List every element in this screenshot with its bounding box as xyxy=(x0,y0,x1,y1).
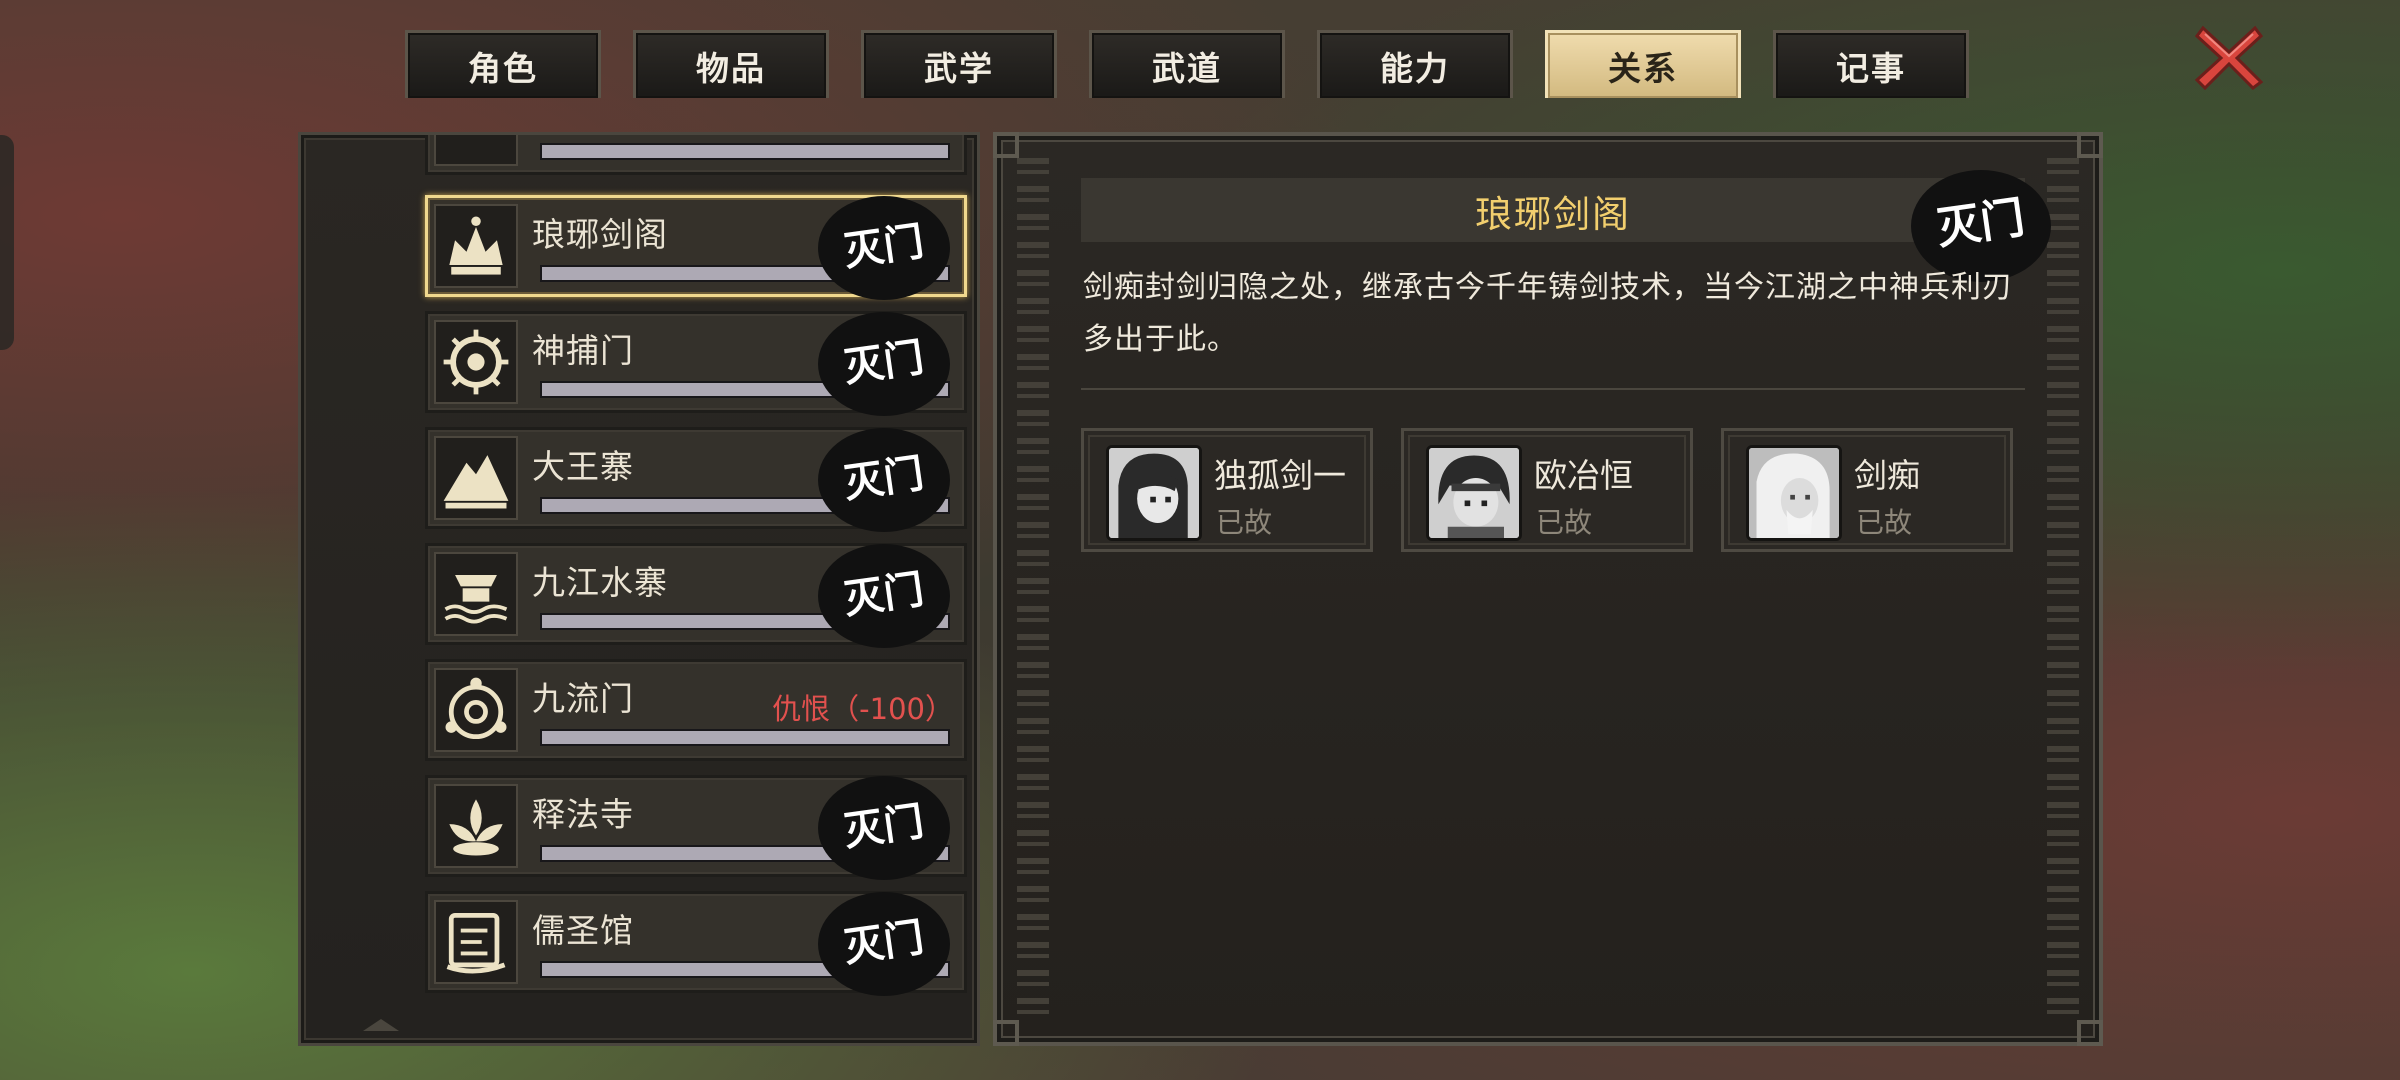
close-x-icon xyxy=(2194,25,2264,91)
corner-ornament xyxy=(2077,1020,2103,1046)
title-bar: 琅琊剑阁 灭门 xyxy=(1081,170,2051,282)
lotus-icon xyxy=(434,784,518,868)
list-item-sect[interactable]: 九流门 仇恨（-100） xyxy=(425,659,967,761)
tab-character[interactable]: 角色 xyxy=(405,30,601,98)
character-portrait xyxy=(1106,445,1202,541)
scroll-icon xyxy=(434,900,518,984)
member-status: 已故 xyxy=(1216,506,1273,539)
tab-wudao[interactable]: 武道 xyxy=(1089,30,1285,98)
sect-name: 琅琊剑阁 xyxy=(532,215,668,254)
hatred-status: 仇恨（-100） xyxy=(772,692,954,726)
list-item-sect[interactable]: 琅琊剑阁 灭门 xyxy=(425,195,967,300)
member-status: 已故 xyxy=(1856,506,1913,539)
emblem-icon xyxy=(434,135,518,166)
corner-ornament xyxy=(2077,132,2103,158)
member-name: 独孤剑一 xyxy=(1214,456,1346,495)
member-status: 已故 xyxy=(1536,506,1593,539)
close-button[interactable] xyxy=(2194,22,2264,92)
sect-name: 九江水寨 xyxy=(532,563,668,602)
tab-relations[interactable]: 关系 xyxy=(1545,30,1741,98)
member-name: 欧冶恒 xyxy=(1534,456,1633,495)
list-item-partial[interactable] xyxy=(425,135,967,175)
reputation-bar xyxy=(540,143,950,160)
sect-name: 九流门 xyxy=(532,679,634,718)
water-fort-icon xyxy=(434,552,518,636)
destroyed-stamp: 灭门 xyxy=(818,776,950,880)
destroyed-stamp: 灭门 xyxy=(818,892,950,996)
crown-icon xyxy=(434,204,518,288)
list-item-sect[interactable]: 释法寺 灭门 xyxy=(425,775,967,880)
destroyed-stamp: 灭门 xyxy=(818,196,950,300)
side-drawer-handle[interactable] xyxy=(0,135,14,350)
corner-ornament xyxy=(993,1020,1019,1046)
character-portrait xyxy=(1426,445,1522,541)
sect-name: 神捕门 xyxy=(532,331,634,370)
sect-name: 大王寨 xyxy=(532,447,634,486)
list-item-sect[interactable]: 九江水寨 灭门 xyxy=(425,543,967,648)
list-item-sect[interactable]: 神捕门 灭门 xyxy=(425,311,967,416)
member-card[interactable]: 剑痴 已故 xyxy=(1721,428,2013,552)
border-ornament xyxy=(2047,158,2079,1020)
member-card[interactable]: 欧冶恒 已故 xyxy=(1401,428,1693,552)
eye-emblem-icon xyxy=(434,320,518,404)
tab-abilities[interactable]: 能力 xyxy=(1317,30,1513,98)
sect-name: 释法寺 xyxy=(532,795,634,834)
sect-detail-panel: 琅琊剑阁 灭门 剑痴封剑归隐之处，继承古今千年铸剑技术，当今江湖之中神兵利刃多出… xyxy=(993,132,2103,1046)
member-card[interactable]: 独孤剑一 已故 xyxy=(1081,428,1373,552)
tab-martial-arts[interactable]: 武学 xyxy=(861,30,1057,98)
sect-description: 剑痴封剑归隐之处，继承古今千年铸剑技术，当今江湖之中神兵利刃多出于此。 xyxy=(1083,270,2013,357)
tab-items[interactable]: 物品 xyxy=(633,30,829,98)
sect-name: 儒圣馆 xyxy=(532,911,634,950)
sect-title: 琅琊剑阁 xyxy=(1475,193,1631,236)
border-ornament xyxy=(1017,158,1049,1020)
spiral-emblem-icon xyxy=(434,668,518,752)
list-item-sect[interactable]: 儒圣馆 灭门 xyxy=(425,891,967,996)
member-name: 剑痴 xyxy=(1854,456,1920,495)
corner-ornament xyxy=(993,132,1019,158)
destroyed-stamp: 灭门 xyxy=(818,428,950,532)
reputation-bar xyxy=(540,729,950,746)
tab-journal[interactable]: 记事 xyxy=(1773,30,1969,98)
destroyed-stamp: 灭门 xyxy=(818,544,950,648)
mountain-icon xyxy=(434,436,518,520)
character-portrait xyxy=(1746,445,1842,541)
list-item-sect[interactable]: 大王寨 灭门 xyxy=(425,427,967,532)
scroll-up-arrow-icon[interactable] xyxy=(363,1019,399,1031)
destroyed-stamp: 灭门 xyxy=(818,312,950,416)
divider xyxy=(1081,388,2025,390)
sect-list-panel[interactable]: 琅琊剑阁 灭门 神捕门 灭门 大王寨 灭门 九江水寨 灭门 九流门 仇恨（-10… xyxy=(298,132,980,1046)
